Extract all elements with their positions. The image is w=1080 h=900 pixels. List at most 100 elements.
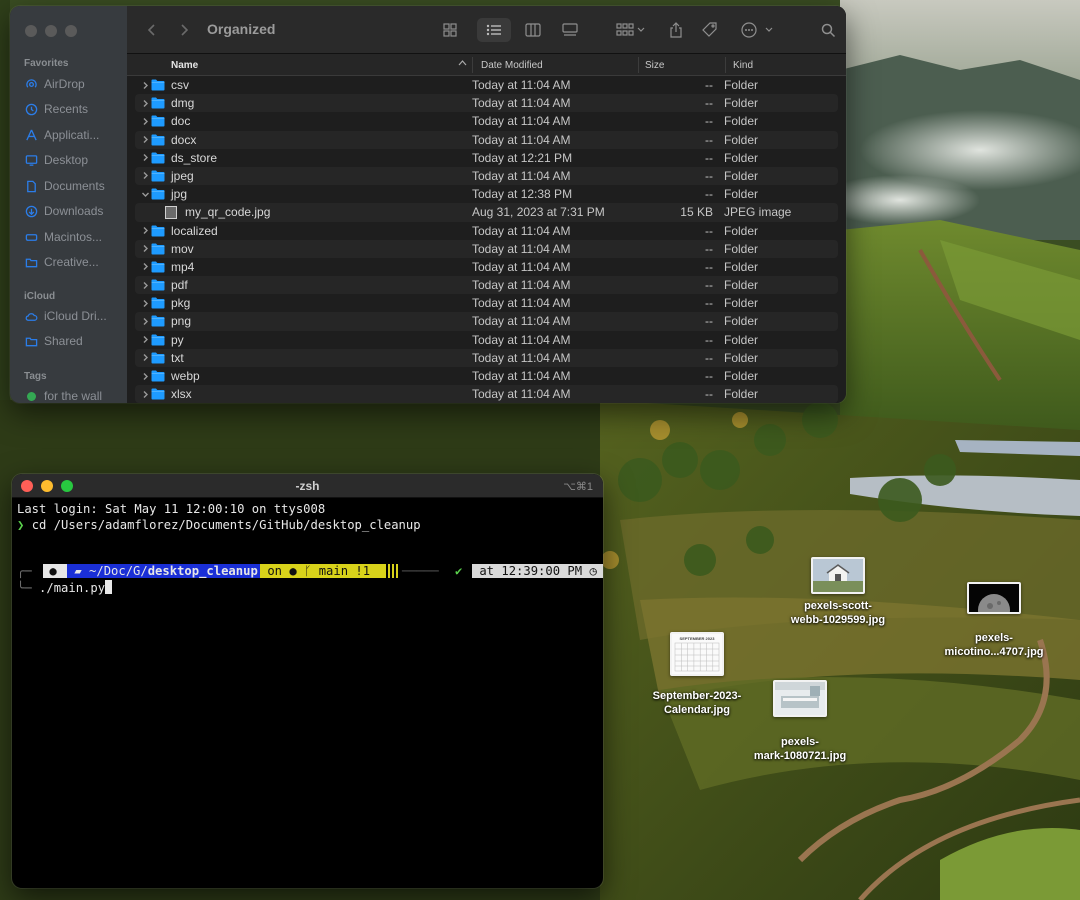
column-divider[interactable] [638,57,639,73]
file-name: webp [171,369,200,383]
file-row[interactable]: png Today at 11:04 AM -- Folder [135,312,838,331]
share-button[interactable] [665,20,687,40]
sidebar-section-tags: Tags [24,371,47,382]
search-button[interactable] [817,20,839,40]
disclosure-collapsed-icon[interactable] [141,388,150,400]
file-row[interactable]: localized Today at 11:04 AM -- Folder [135,222,838,240]
file-row[interactable]: mp4 Today at 11:04 AM -- Folder [135,258,838,276]
sidebar-item-recents[interactable]: Recents [24,102,88,116]
sidebar-item-airdrop[interactable]: AirDrop [24,77,85,91]
file-row[interactable]: jpeg Today at 11:04 AM -- Folder [135,166,838,186]
column-header-size[interactable]: Size [645,60,664,71]
disclosure-collapsed-icon[interactable] [141,315,150,327]
desktop-file-pexels-scott-webb[interactable]: pexels-scott-webb-1029599.jpg [786,557,890,627]
terminal-output[interactable]: Last login: Sat May 11 12:00:10 on ttys0… [17,502,603,888]
disclosure-collapsed-icon[interactable] [141,225,150,237]
disclosure-collapsed-icon[interactable] [141,352,150,364]
disclosure-collapsed-icon[interactable] [141,243,150,255]
file-row[interactable]: dmg Today at 11:04 AM -- Folder [135,94,838,113]
column-header-name[interactable]: Name [171,60,198,71]
clock-icon: ◷ [589,564,597,578]
file-row[interactable]: mov Today at 11:04 AM -- Folder [135,239,838,258]
zoom-button[interactable] [65,25,77,37]
sort-ascending-icon[interactable] [458,59,467,70]
minimize-button[interactable] [45,25,57,37]
prompt-git: on ● ᚴ main !1 [260,564,384,578]
file-kind: Folder [724,187,759,202]
desktop-file-pexels-micotino[interactable]: pexels-micotino...4707.jpg [934,582,1054,659]
disclosure-collapsed-icon[interactable] [141,152,150,164]
close-button[interactable] [25,25,37,37]
file-row[interactable]: txt Today at 11:04 AM -- Folder [135,348,838,367]
file-name: pdf [171,278,188,293]
disclosure-expanded-icon[interactable] [141,188,150,200]
disclosure-collapsed-icon[interactable] [141,170,150,182]
gallery-view-button[interactable] [557,20,583,40]
prompt-filler: ───── [402,564,439,578]
disclosure-collapsed-icon[interactable] [141,134,150,146]
search-icon [821,23,835,37]
file-name: mov [171,241,194,256]
file-row[interactable]: ds_store Today at 12:21 PM -- Folder [135,149,838,167]
file-label: September-2023- Calendar.jpg [652,690,742,716]
group-button[interactable] [613,20,649,40]
file-row[interactable]: my_qr_code.jpg Aug 31, 2023 at 7:31 PM 15 … [135,203,838,222]
file-row[interactable]: jpg Today at 12:38 PM -- Folder [135,185,838,203]
desktop-file-pexels-mark[interactable]: pexels-mark-1080721.jpg [742,680,858,763]
disclosure-collapsed-icon[interactable] [141,334,150,346]
sidebar-item-documents[interactable]: Documents [24,179,105,193]
sidebar-item-applications[interactable]: Applicati... [24,128,99,142]
file-row[interactable]: py Today at 11:04 AM -- Folder [135,331,838,349]
disclosure-collapsed-icon[interactable] [141,297,150,309]
tag-button[interactable] [699,20,721,40]
file-name: jpg [171,187,188,202]
column-header-date[interactable]: Date Modified [481,60,543,71]
file-row[interactable]: pdf Today at 11:04 AM -- Folder [135,276,838,295]
column-header-kind[interactable]: Kind [733,60,753,71]
folder-icon [151,370,165,385]
sidebar-item-creative[interactable]: Creative... [24,255,99,269]
list-view-button[interactable] [477,18,511,42]
sidebar-item-downloads[interactable]: Downloads [24,204,103,218]
disclosure-collapsed-icon[interactable] [141,261,150,273]
column-divider[interactable] [472,57,473,73]
file-kind: Folder [724,241,759,256]
disclosure-collapsed-icon[interactable] [141,370,150,382]
sidebar-item-tag[interactable]: for the wall [24,389,102,403]
disclosure-collapsed-icon[interactable] [141,279,150,291]
desktop-file-september-calendar[interactable]: SEPTEMBER 2023 September-2023- Calendar.j… [642,632,752,717]
disclosure-collapsed-icon[interactable] [141,79,150,91]
forward-button[interactable] [177,20,191,40]
icon-view-button[interactable] [437,20,463,40]
file-row[interactable]: docx Today at 11:04 AM -- Folder [135,130,838,149]
file-kind: Folder [724,332,759,347]
file-date: Today at 11:04 AM [472,296,571,311]
file-row[interactable]: doc Today at 11:04 AM -- Folder [135,112,838,130]
folder-icon [151,279,165,294]
sidebar-item-icloud-drive[interactable]: iCloud Dri... [24,309,107,323]
file-row[interactable]: webp Today at 11:04 AM -- Folder [135,367,838,385]
more-actions-button[interactable] [737,20,777,40]
sidebar-item-shared[interactable]: Shared [24,334,83,348]
file-date: Today at 11:04 AM [472,332,571,347]
folder-open-icon: ▰ [67,564,90,578]
file-row[interactable]: xlsx Today at 11:04 AM -- Folder [135,385,838,403]
folder-icon [151,188,165,203]
file-row[interactable]: csv Today at 11:04 AM -- Folder [135,76,838,94]
back-button[interactable] [145,20,159,40]
column-view-button[interactable] [520,20,546,40]
column-headers: Name Date Modified Size Kind [127,54,846,76]
download-icon [24,204,38,218]
disclosure-collapsed-icon[interactable] [141,115,150,127]
text-cursor [105,580,113,594]
folder-icon [151,334,165,349]
tag-color-dot-icon [24,389,38,403]
sidebar-item-desktop[interactable]: Desktop [24,153,88,167]
finder-sidebar: Favorites AirDrop Recents Applicati... D… [10,6,127,403]
sidebar-item-macintosh[interactable]: Macintos... [24,230,102,244]
file-row[interactable]: pkg Today at 11:04 AM -- Folder [135,294,838,312]
file-kind: Folder [724,114,759,129]
column-divider[interactable] [725,57,726,73]
finder-content: Organized Name Date Modified Size Kind c… [127,6,846,403]
disclosure-collapsed-icon[interactable] [141,97,150,109]
